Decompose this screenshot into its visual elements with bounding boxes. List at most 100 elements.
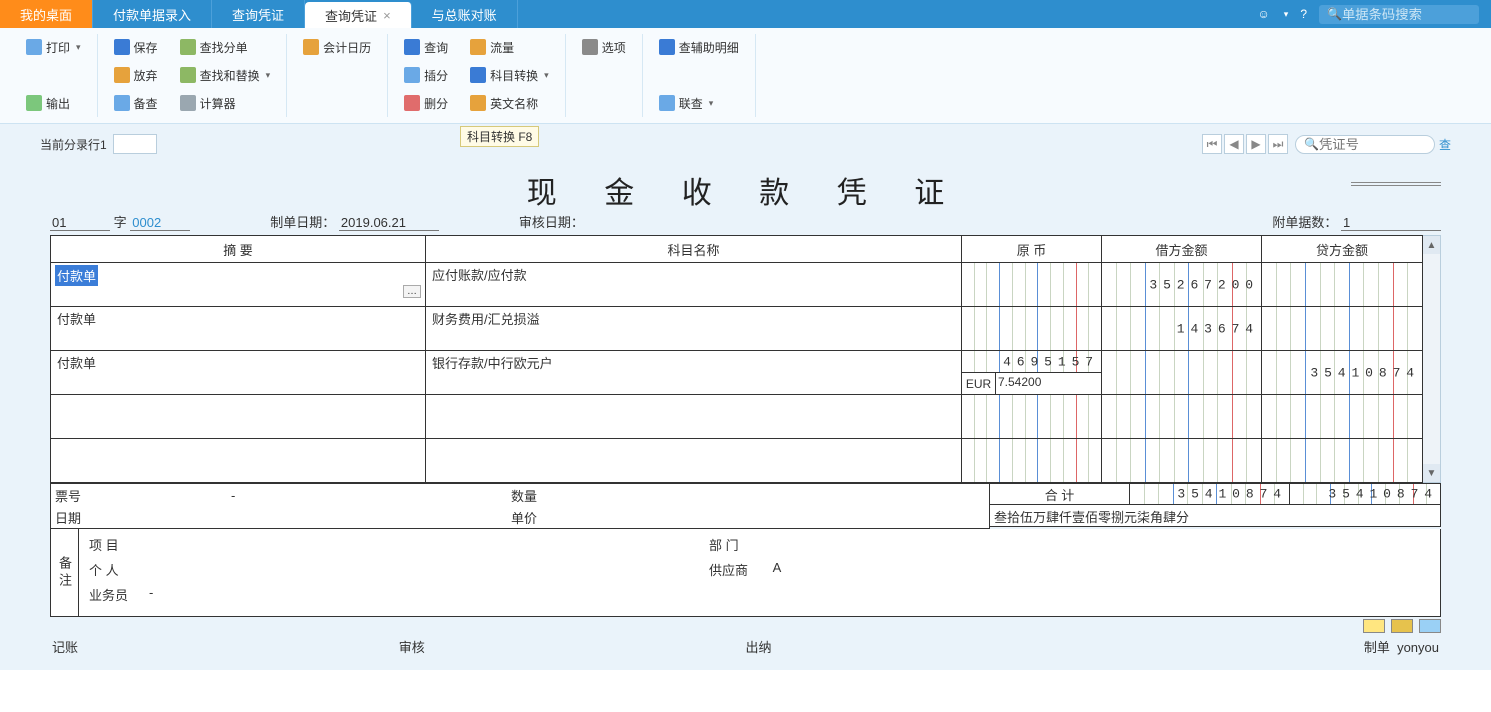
tab-payment-entry[interactable]: 付款单据录入: [93, 0, 212, 28]
entry-row[interactable]: [51, 438, 1422, 482]
summary-cell[interactable]: 付款单: [55, 355, 98, 372]
scroll-up-icon[interactable]: ▲: [1423, 236, 1440, 254]
query-button[interactable]: 查询: [400, 34, 452, 60]
debit-cell[interactable]: 35267200: [1102, 263, 1261, 306]
export-icon: [26, 95, 42, 111]
smiley-icon[interactable]: ☺: [1258, 7, 1270, 21]
next-button[interactable]: ▶: [1246, 134, 1266, 154]
tab-query-voucher-2[interactable]: 查询凭证×: [305, 2, 412, 28]
current-row-label: 当前分录行1: [40, 136, 107, 153]
sub-bar: 当前分录行1 ⏮ ◀ ▶ ⏭ 🔍 查: [0, 124, 1491, 164]
col-debit-header: 借方金额: [1102, 236, 1262, 262]
barcode-search[interactable]: 🔍: [1319, 5, 1479, 24]
subject-convert-icon: [470, 67, 486, 83]
bill-info: 票号-数量 日期单价: [50, 483, 990, 529]
print-button[interactable]: 打印▾: [22, 34, 85, 60]
debit-cell[interactable]: 143674: [1102, 307, 1261, 350]
subject-cell[interactable]: 银行存款/中行欧元户: [430, 355, 555, 372]
last-button[interactable]: ⏭: [1268, 134, 1288, 154]
credit-cell[interactable]: [1262, 263, 1422, 306]
export-button[interactable]: 输出: [22, 90, 85, 116]
find-icon: [180, 39, 196, 55]
prev-button[interactable]: ◀: [1224, 134, 1244, 154]
status-icon[interactable]: [1363, 619, 1385, 633]
search-icon: 🔍: [1304, 137, 1319, 151]
close-icon[interactable]: ×: [383, 8, 391, 23]
beicha-icon: [114, 95, 130, 111]
query-icon: [404, 39, 420, 55]
audit-label: 审核日期：: [519, 215, 584, 230]
credit-cell[interactable]: [1262, 307, 1422, 350]
tab-query-voucher-1[interactable]: 查询凭证: [212, 0, 305, 28]
col-subject-header: 科目名称: [426, 236, 962, 262]
currency-cell[interactable]: EUR: [962, 373, 996, 394]
help-icon[interactable]: ?: [1300, 7, 1307, 21]
link-icon: [659, 95, 675, 111]
find-split-button[interactable]: 查找分单: [176, 34, 275, 60]
attach-count[interactable]: 1: [1341, 215, 1441, 231]
entry-row[interactable]: [51, 394, 1422, 438]
smiley-caret-icon[interactable]: ▾: [1284, 9, 1289, 20]
accounting-calendar-button[interactable]: 会计日历: [299, 34, 375, 60]
calculator-icon: [180, 95, 196, 111]
find-replace-button[interactable]: 查找和替换▾: [176, 62, 275, 88]
search-icon: 🔍: [1327, 7, 1342, 21]
entry-grid: 摘 要 科目名称 原 币 借方金额 贷方金额 付款单… 应付账款/应付款 352…: [50, 235, 1423, 483]
find-replace-icon: [180, 67, 196, 83]
voucher-prefix[interactable]: 01: [50, 215, 110, 231]
credit-cell[interactable]: 35410874: [1262, 351, 1422, 394]
options-button[interactable]: 选项: [578, 34, 630, 60]
summary-cell[interactable]: 付款单: [55, 311, 98, 328]
summary-cell[interactable]: 付款单: [55, 265, 98, 286]
date-label: 制单日期：: [270, 215, 335, 230]
grid-scrollbar[interactable]: ▲ ▼: [1423, 235, 1441, 483]
debit-cell[interactable]: [1102, 351, 1261, 394]
entry-row[interactable]: 付款单 银行存款/中行欧元户 4695157 EUR7.54200 354108…: [51, 350, 1422, 394]
voucher-number[interactable]: 0002: [130, 215, 190, 231]
save-button[interactable]: 保存: [110, 34, 162, 60]
ellipsis-button[interactable]: …: [403, 285, 421, 298]
voucher-search-input[interactable]: [1319, 137, 1426, 152]
insert-split-button[interactable]: 插分: [400, 62, 452, 88]
attach-label: 附单据数：: [1272, 215, 1337, 230]
delete-split-button[interactable]: 删分: [400, 90, 452, 116]
remark-block: 备注 项 目部 门 个 人供应商 A 业务员-: [50, 529, 1441, 617]
status-icons: [50, 619, 1441, 633]
entry-row[interactable]: 付款单 … 应付账款/应付款 35267200: [51, 262, 1422, 306]
aux-detail-button[interactable]: 查辅助明细: [655, 34, 743, 60]
link-query-button[interactable]: 联查▾: [655, 90, 743, 116]
barcode-search-input[interactable]: [1342, 7, 1471, 22]
insert-icon: [404, 67, 420, 83]
voucher-date[interactable]: 2019.06.21: [339, 215, 439, 231]
rate-cell[interactable]: 7.54200: [996, 373, 1101, 394]
col-orig-header: 原 币: [962, 236, 1102, 262]
print-icon: [26, 39, 42, 55]
first-button[interactable]: ⏮: [1202, 134, 1222, 154]
calculator-button[interactable]: 计算器: [176, 90, 275, 116]
entry-row[interactable]: 付款单 财务费用/汇兑损溢 143674: [51, 306, 1422, 350]
top-tabs: 我的桌面 付款单据录入 查询凭证 查询凭证× 与总账对账 ☺ ▾ ? 🔍: [0, 0, 1491, 28]
status-icon[interactable]: [1419, 619, 1441, 633]
subject-cell[interactable]: 应付账款/应付款: [430, 267, 529, 284]
beicha-button[interactable]: 备查: [110, 90, 162, 116]
total-label: 合 计: [990, 484, 1130, 504]
orig-amount-cell[interactable]: 4695157: [962, 351, 1101, 372]
voucher-search[interactable]: 🔍: [1295, 135, 1435, 154]
english-name-button[interactable]: 英文名称: [466, 90, 553, 116]
scroll-down-icon[interactable]: ▼: [1423, 464, 1440, 482]
tab-reconcile[interactable]: 与总账对账: [412, 0, 518, 28]
tab-desktop[interactable]: 我的桌面: [0, 0, 93, 28]
discard-button[interactable]: 放弃: [110, 62, 162, 88]
amount-in-words: 叁拾伍万肆仟壹佰零捌元柒角肆分: [990, 505, 1440, 526]
remark-side-label: 备注: [51, 529, 79, 616]
options-icon: [582, 39, 598, 55]
current-row-input[interactable]: [113, 134, 157, 154]
subject-cell[interactable]: 财务费用/汇兑损溢: [430, 311, 542, 328]
subject-convert-button[interactable]: 科目转换▾: [466, 62, 553, 88]
flow-button[interactable]: 流量: [466, 34, 553, 60]
status-icon[interactable]: [1391, 619, 1413, 633]
col-credit-header: 贷方金额: [1262, 236, 1422, 262]
search-go-button[interactable]: 查: [1439, 136, 1451, 153]
voucher-area: 现 金 收 款 凭 证 01 字 0002 制单日期： 2019.06.21 审…: [0, 164, 1491, 670]
delete-icon: [404, 95, 420, 111]
